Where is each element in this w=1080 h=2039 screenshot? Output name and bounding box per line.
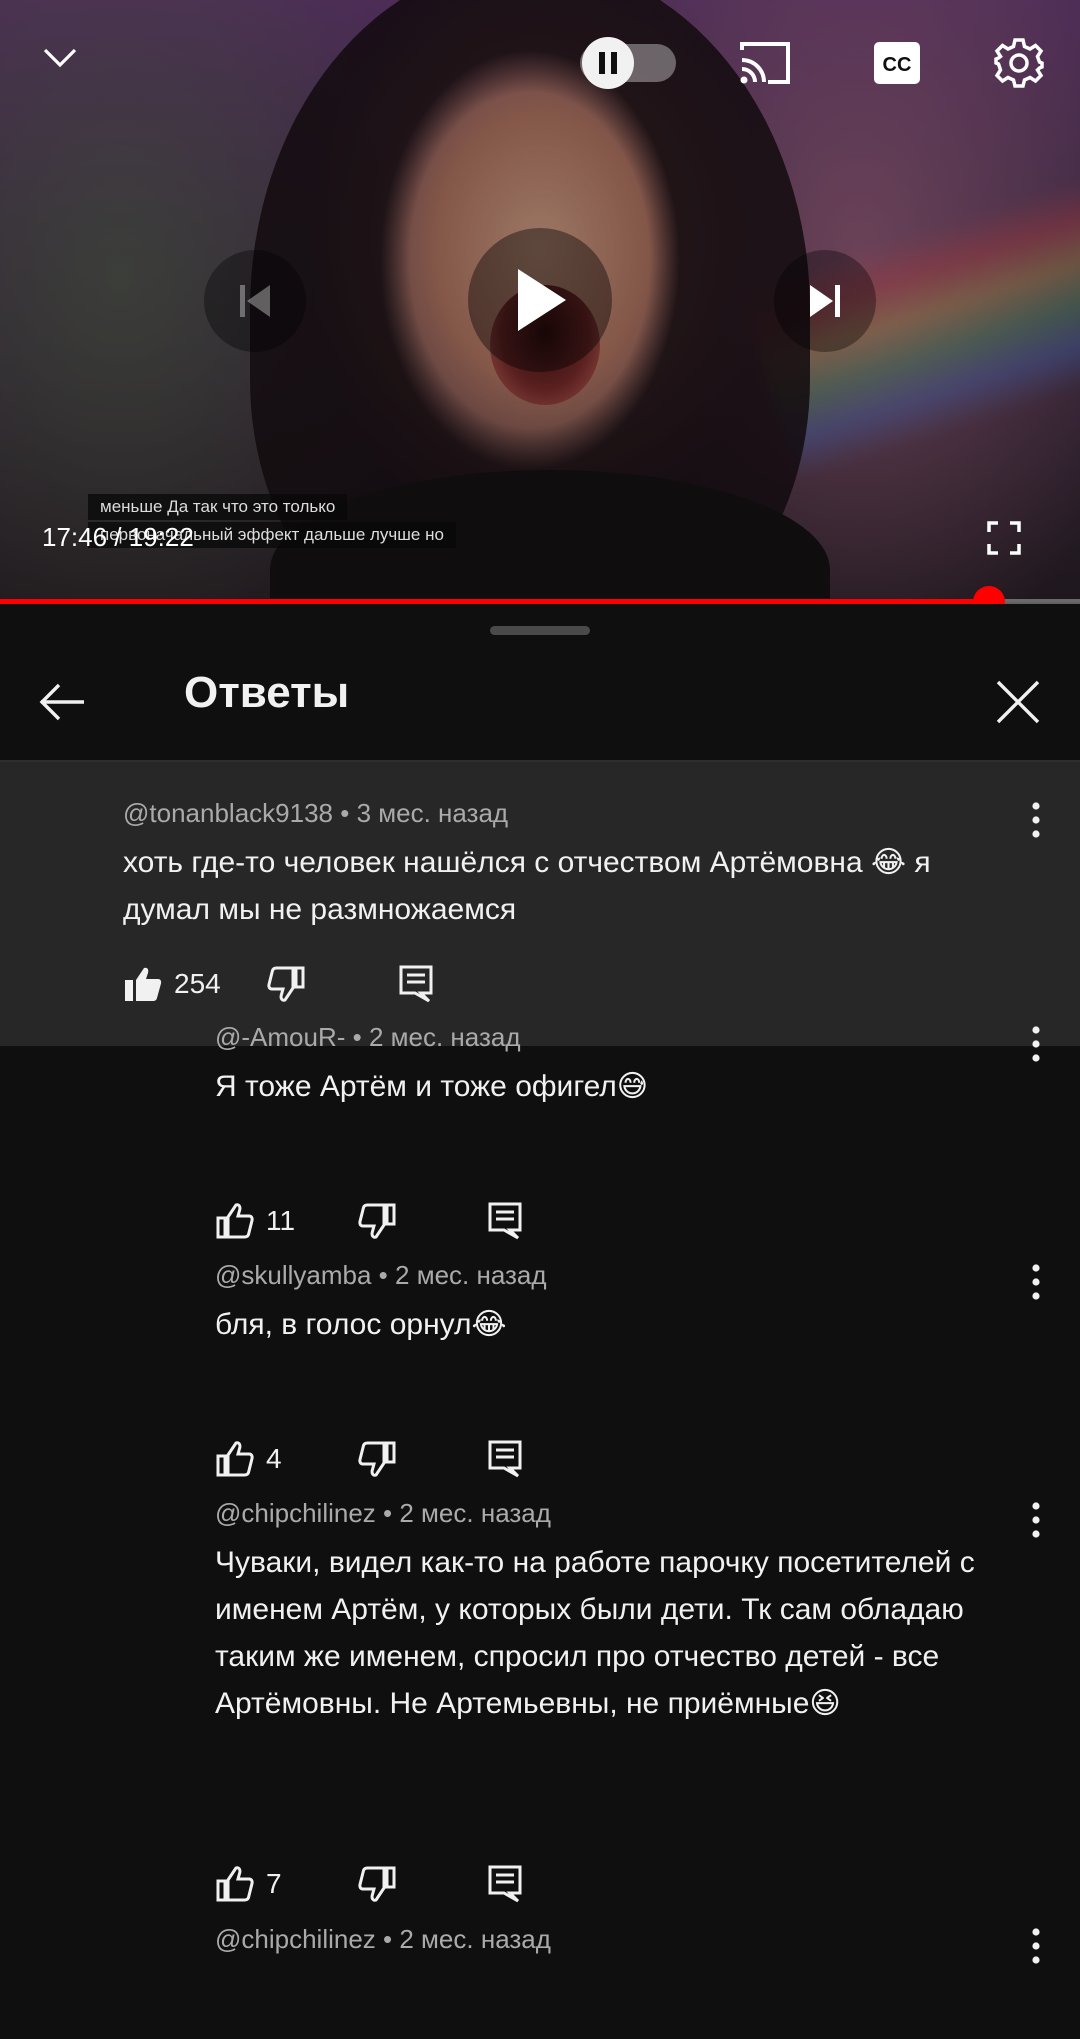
comment-author[interactable]: @skullyamba <box>215 1260 371 1290</box>
time-current: 17:46 <box>42 522 108 552</box>
close-button[interactable] <box>982 666 1054 738</box>
previous-icon <box>240 285 270 317</box>
comment-meta: @tonanblack9138 • 3 мес. назад <box>123 798 1003 829</box>
autoplay-pause-icon[interactable] <box>582 37 634 89</box>
comment-actions: 254 <box>124 965 433 1003</box>
comment-actions: 11 <box>216 1202 522 1240</box>
comment-time[interactable]: 2 мес. назад <box>369 1022 521 1052</box>
reply-button[interactable] <box>488 1865 522 1903</box>
meta-separator: • <box>333 798 357 828</box>
back-button[interactable] <box>26 666 98 738</box>
like-count: 4 <box>266 1443 282 1474</box>
more-vert-icon <box>1032 1928 1040 1964</box>
thumbs-up-icon <box>216 1203 254 1239</box>
svg-text:CC: CC <box>883 54 912 76</box>
replies-panel: Ответы @tonanblack9138 • 3 мес. назад хо… <box>0 604 1080 2039</box>
thumbs-down-icon <box>358 1866 396 1902</box>
reply-comment-icon <box>488 1440 522 1478</box>
time-display: 17:46 / 19:22 <box>42 522 194 553</box>
close-icon <box>996 680 1040 724</box>
cast-icon[interactable] <box>734 36 796 90</box>
more-options-button[interactable] <box>1016 1916 1056 1976</box>
panel-title: Ответы <box>184 668 350 717</box>
comment-author[interactable]: @tonanblack9138 <box>123 798 333 828</box>
comment-body: @tonanblack9138 • 3 мес. назад хоть где-… <box>123 798 1003 933</box>
comment-text: Я тоже Артём и тоже офигел😅 <box>215 1070 649 1103</box>
comment-text: хоть где-то человек нашёлся с отчеством … <box>123 846 931 926</box>
like-count: 7 <box>266 1868 282 1899</box>
comment-body: @chipchilinez • 2 мес. назад Чуваки, виде… <box>215 1498 1015 1727</box>
comment-actions: 4 <box>216 1440 522 1478</box>
like-count: 254 <box>174 968 221 999</box>
thumbs-up-icon <box>216 1441 254 1477</box>
caption-line-1: меньше Да так что это только <box>88 494 348 520</box>
reply-button[interactable] <box>488 1440 522 1478</box>
dislike-button[interactable] <box>358 1441 396 1477</box>
previous-button[interactable] <box>204 250 306 352</box>
reply-button[interactable] <box>488 1202 522 1240</box>
comment-author[interactable]: @-AmouR- <box>215 1022 345 1052</box>
comment-author[interactable]: @chipchilinez <box>215 1924 376 1954</box>
like-button[interactable]: 254 <box>124 966 221 1002</box>
reply-comment-icon <box>488 1865 522 1903</box>
panel-header: Ответы <box>0 644 1080 762</box>
comment-meta: @-AmouR- • 2 мес. назад <box>215 1022 1015 1053</box>
time-separator: / <box>107 522 129 552</box>
comment-body: @skullyamba • 2 мес. назад бля, в голос о… <box>215 1260 1015 1348</box>
parent-comment: @tonanblack9138 • 3 мес. назад хоть где-… <box>0 762 1080 1046</box>
comment-time[interactable]: 2 мес. назад <box>399 1924 551 1954</box>
meta-separator: • <box>375 1498 400 1528</box>
like-button[interactable]: 4 <box>216 1441 282 1477</box>
comment-body: @chipchilinez • 2 мес. назад <box>215 1924 1015 1955</box>
time-total: 19:22 <box>128 522 194 552</box>
comment-time[interactable]: 2 мес. назад <box>399 1498 551 1528</box>
arrow-left-icon <box>39 683 84 721</box>
comment-text: Чуваки, видел как-то на работе парочку п… <box>215 1546 975 1720</box>
more-vert-icon <box>1032 1264 1040 1300</box>
comment-actions: 7 <box>216 1865 522 1903</box>
next-button[interactable] <box>774 250 876 352</box>
like-count: 11 <box>266 1205 296 1236</box>
reply-comment-icon <box>399 965 433 1003</box>
comment-meta: @chipchilinez • 2 мес. назад <box>215 1498 1015 1529</box>
play-button[interactable] <box>468 228 612 372</box>
more-vert-icon <box>1032 1502 1040 1538</box>
chevron-down-icon[interactable] <box>30 28 90 88</box>
cc-icon[interactable]: CC <box>872 38 922 88</box>
more-options-button[interactable] <box>1016 1014 1056 1074</box>
comment-time[interactable]: 3 мес. назад <box>357 798 509 828</box>
comment-text: бля, в голос орнул😂 <box>215 1308 507 1341</box>
more-vert-icon <box>1032 802 1040 838</box>
next-icon <box>810 285 840 317</box>
reply-button[interactable] <box>399 965 433 1003</box>
dislike-button[interactable] <box>358 1203 396 1239</box>
meta-separator: • <box>345 1022 369 1052</box>
play-icon <box>518 269 566 331</box>
thumbs-up-filled-icon <box>125 967 162 1001</box>
comment-meta: @chipchilinez • 2 мес. назад <box>215 1924 1015 1955</box>
meta-separator: • <box>371 1260 396 1290</box>
like-button[interactable]: 7 <box>216 1866 282 1902</box>
thumbs-up-icon <box>216 1866 254 1902</box>
meta-separator: • <box>375 1924 400 1954</box>
thumbs-down-icon <box>358 1203 396 1239</box>
reply-comment-icon <box>488 1202 522 1240</box>
fullscreen-icon[interactable] <box>982 516 1026 560</box>
thumbs-down-icon <box>358 1441 396 1477</box>
more-options-button[interactable] <box>1016 790 1056 850</box>
settings-icon[interactable] <box>988 32 1050 94</box>
more-options-button[interactable] <box>1016 1490 1056 1550</box>
dislike-button[interactable] <box>358 1866 396 1902</box>
drag-handle[interactable] <box>490 626 590 635</box>
comment-body: @-AmouR- • 2 мес. назад Я тоже Артём и то… <box>215 1022 1015 1110</box>
more-vert-icon <box>1032 1026 1040 1062</box>
like-button[interactable]: 11 <box>216 1203 295 1239</box>
more-options-button[interactable] <box>1016 1252 1056 1312</box>
comment-meta: @skullyamba • 2 мес. назад <box>215 1260 1015 1291</box>
video-player[interactable]: CC меньше Да так что это только первонач… <box>0 0 1080 602</box>
thumbs-down-icon <box>267 966 305 1002</box>
comment-time[interactable]: 2 мес. назад <box>395 1260 547 1290</box>
comment-author[interactable]: @chipchilinez <box>215 1498 376 1528</box>
dislike-button[interactable] <box>267 966 305 1002</box>
